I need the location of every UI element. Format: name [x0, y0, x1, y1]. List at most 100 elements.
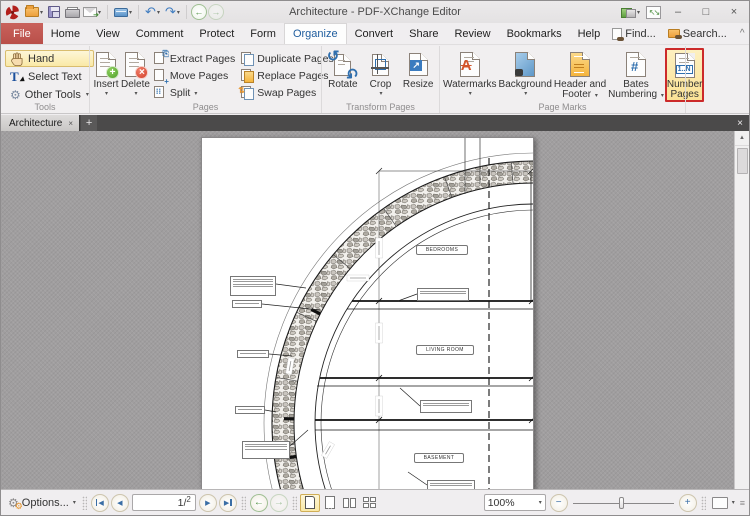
two-pages-continuous-icon: [363, 497, 377, 508]
redo-button[interactable]: ↷ ▾: [163, 3, 182, 21]
header-and-footer-button[interactable]: Header and Footer ▾: [553, 48, 607, 102]
navigate-back-button[interactable]: ←: [190, 4, 207, 20]
two-pages-layout-button[interactable]: [340, 494, 360, 512]
delete-pages-button[interactable]: × Delete ▾: [120, 48, 151, 102]
page-number-field[interactable]: 1/2: [131, 494, 196, 511]
tab-form[interactable]: Form: [242, 23, 284, 44]
navigate-forward-button[interactable]: →: [207, 4, 224, 20]
zoom-slider[interactable]: [571, 494, 676, 512]
tab-close-icon[interactable]: ×: [68, 119, 73, 128]
chevron-down-icon[interactable]: ▾: [637, 9, 640, 16]
annotation-callout: [242, 441, 290, 459]
email-button[interactable]: ▾: [81, 3, 103, 21]
tab-convert[interactable]: Convert: [347, 23, 402, 44]
group-label-transform-pages: Transform Pages: [346, 102, 415, 112]
group-label-page-marks: Page Marks: [538, 102, 587, 112]
fullscreen-icon: ↖↘: [646, 5, 661, 19]
next-page-button[interactable]: ▶: [198, 493, 217, 512]
vertical-scrollbar[interactable]: ▲: [734, 131, 749, 489]
save-button[interactable]: [46, 3, 62, 21]
pdf-page[interactable]: BEDROOMS LIVING ROOM BASEMENT: [201, 137, 534, 489]
maximize-button[interactable]: □: [693, 3, 719, 21]
session-manager-button[interactable]: ▾: [619, 3, 642, 21]
collapse-ribbon-button[interactable]: ^: [735, 28, 750, 39]
extract-pages-button[interactable]: ⎘ Extract Pages: [151, 49, 238, 67]
rotate-button[interactable]: ↺ ↺ Rotate: [324, 48, 362, 102]
hand-tool-button[interactable]: Hand: [5, 50, 94, 67]
scrollbar-thumb[interactable]: [737, 148, 748, 174]
zoom-out-button[interactable]: −: [549, 493, 568, 512]
split-button[interactable]: ⁝⁝ Split ▾: [151, 85, 238, 101]
status-bar: ⚙ Options... ▾ ◀ ◀ 1/2 ▶ ▶ ← → 100% ▾ − …: [1, 489, 749, 515]
select-text-icon: T: [10, 70, 27, 84]
toolbar-grip: [81, 495, 87, 510]
chevron-down-icon[interactable]: ▾: [157, 9, 160, 16]
move-pages-button[interactable]: + Move Pages: [151, 68, 238, 86]
tab-bookmarks[interactable]: Bookmarks: [499, 23, 570, 44]
annotation-callout: [235, 406, 265, 414]
fit-page-button[interactable]: ▾: [709, 496, 738, 510]
tab-review[interactable]: Review: [446, 23, 498, 44]
tab-help[interactable]: Help: [570, 23, 609, 44]
print-button[interactable]: [63, 3, 81, 21]
find-button[interactable]: Find...: [608, 27, 660, 41]
history-forward-button[interactable]: →: [269, 493, 288, 512]
options-button[interactable]: ⚙ Options... ▾: [5, 496, 79, 512]
tab-view[interactable]: View: [88, 23, 128, 44]
continuous-layout-button[interactable]: [320, 494, 340, 512]
zoom-slider-handle[interactable]: [618, 496, 624, 509]
history-back-button[interactable]: ←: [249, 493, 268, 512]
toolbar-grip: [240, 495, 246, 510]
other-tools-button[interactable]: ⚙ Other Tools ▾: [5, 86, 94, 103]
search-button[interactable]: Search...: [664, 27, 731, 41]
annotation-callout: [417, 288, 469, 301]
document-view-area[interactable]: BEDROOMS LIVING ROOM BASEMENT ▲: [1, 131, 749, 489]
fullscreen-button[interactable]: ↖↘: [644, 3, 663, 21]
undo-button[interactable]: ↶ ▾: [143, 3, 162, 21]
zoom-in-button[interactable]: +: [678, 493, 697, 512]
pdf-xchange-editor-window: ▾ ▾ ▾ ↶▾ ↷▾ ← → Architecture - PDF-XChan…: [0, 0, 750, 516]
last-page-button[interactable]: ▶: [218, 493, 237, 512]
tab-share[interactable]: Share: [401, 23, 446, 44]
document-tab-architecture[interactable]: Architecture ×: [1, 115, 81, 131]
chevron-down-icon[interactable]: ▾: [177, 9, 180, 16]
ribbon-organize: Hand T Select Text ⚙ Other Tools ▾ Tools…: [1, 46, 749, 114]
save-icon: [48, 6, 61, 18]
watermarks-button[interactable]: A Watermarks ▾: [442, 48, 498, 102]
first-page-button[interactable]: ◀: [90, 493, 109, 512]
chevron-down-icon: ▾: [660, 93, 664, 99]
crop-button[interactable]: Crop ▾: [362, 48, 400, 102]
ribbon-group-pages: + Insert ▾ × Delete ▾ ⎘ Extract Pages + Mo…: [89, 46, 334, 113]
ribbon-empty-space: [685, 46, 749, 113]
previous-page-button[interactable]: ◀: [110, 493, 129, 512]
bates-numbering-button[interactable]: # Bates Numbering ▾: [607, 48, 665, 102]
open-file-button[interactable]: ▾: [23, 3, 45, 21]
replace-pages-icon: [241, 69, 255, 83]
app-logo-icon[interactable]: [3, 3, 22, 21]
panel-handle-icon[interactable]: ≡: [740, 498, 745, 508]
single-page-layout-button[interactable]: [299, 493, 320, 512]
tab-file[interactable]: File: [1, 23, 43, 44]
background-button[interactable]: Background ▾: [498, 48, 553, 102]
new-tab-button[interactable]: +: [81, 115, 98, 131]
annotation-callout: [427, 480, 475, 489]
gear-icon: ⚙: [10, 87, 21, 102]
two-pages-continuous-layout-button[interactable]: [360, 494, 380, 512]
tab-comment[interactable]: Comment: [128, 23, 192, 44]
select-text-button[interactable]: T Select Text: [5, 68, 94, 85]
tab-organize[interactable]: Organize: [283, 23, 347, 44]
close-documents-button[interactable]: ×: [731, 115, 749, 131]
scan-button[interactable]: ▾: [112, 3, 134, 21]
minimize-button[interactable]: –: [665, 3, 691, 21]
tab-home[interactable]: Home: [43, 23, 88, 44]
insert-pages-button[interactable]: + Insert ▾: [92, 48, 120, 102]
scroll-up-button[interactable]: ▲: [735, 131, 749, 146]
room-label-basement: BASEMENT: [414, 453, 464, 463]
chevron-down-icon[interactable]: ▾: [40, 9, 43, 16]
zoom-level-select[interactable]: 100% ▾: [483, 494, 546, 511]
options-gear-icon: ⚙: [8, 497, 22, 512]
resize-button[interactable]: ↗ Resize: [399, 48, 437, 102]
chevron-down-icon[interactable]: ▾: [129, 9, 132, 16]
close-button[interactable]: ×: [721, 3, 747, 21]
tab-protect[interactable]: Protect: [191, 23, 242, 44]
